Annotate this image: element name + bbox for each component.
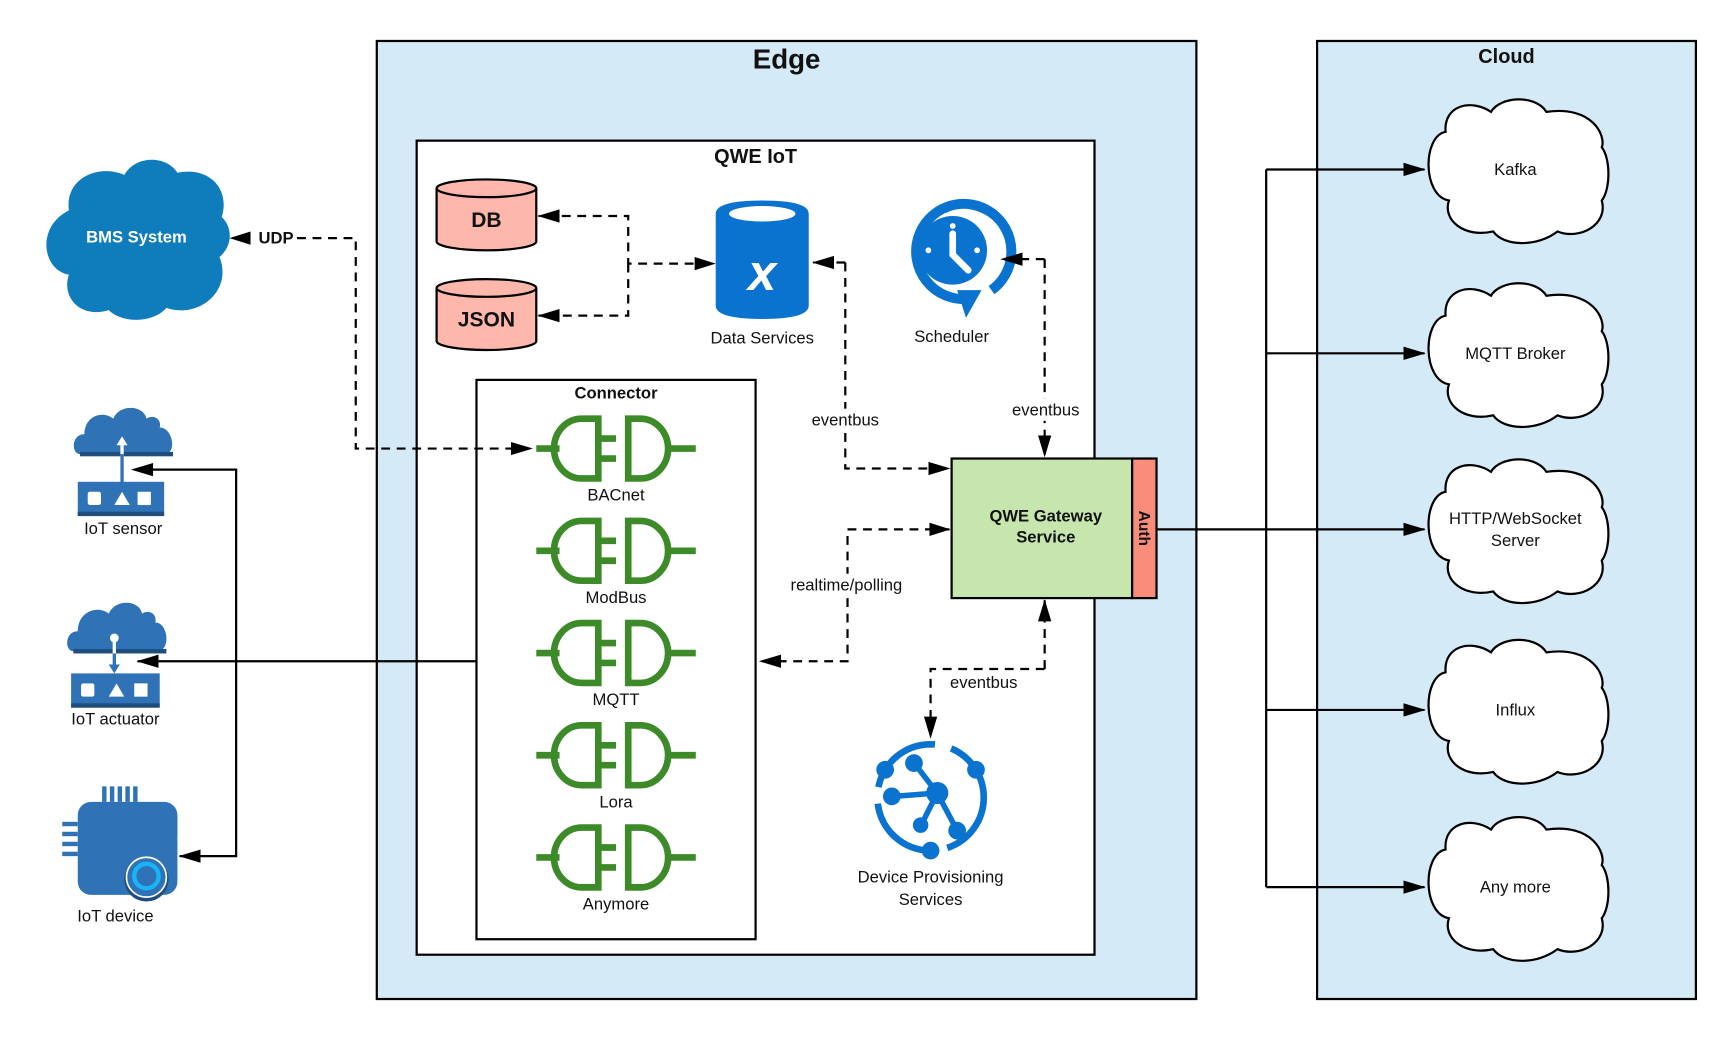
gateway-label-line-2: Service xyxy=(1016,528,1075,547)
iot-actuator-node[interactable]: IoT actuator xyxy=(67,602,167,729)
eventbus-provisioning-label: eventbus xyxy=(950,673,1017,692)
cloud-service-label: Server xyxy=(1491,531,1540,550)
connector-item-label: Anymore xyxy=(583,895,649,914)
sensor-arrowhead xyxy=(130,462,154,477)
realtime-label: realtime/polling xyxy=(791,575,903,594)
device-provisioning-label-1: Device Provisioning xyxy=(858,868,1004,887)
database-function-icon: x xyxy=(715,200,809,319)
bms-label: BMS System xyxy=(86,228,187,247)
udp-label: UDP xyxy=(258,229,293,248)
connector-box: Connector xyxy=(475,378,757,941)
cloud-title: Cloud xyxy=(1478,46,1534,68)
iot-device-node[interactable]: IoT device xyxy=(62,786,178,925)
iot-device-label: IoT device xyxy=(77,906,153,925)
connector-title: Connector xyxy=(574,384,658,403)
iot-chip-icon xyxy=(62,786,178,902)
connector-item-label: ModBus xyxy=(586,588,647,607)
cloud-service-label: Any more xyxy=(1480,878,1551,897)
eventbus-scheduler-label: eventbus xyxy=(1012,400,1079,419)
db-node[interactable]: DB xyxy=(435,178,538,252)
cloud-service-label: HTTP/WebSocket xyxy=(1449,509,1582,528)
iot-sensor-label: IoT sensor xyxy=(84,519,163,538)
auth-label: Auth xyxy=(1135,511,1152,546)
connector-item-label: MQTT xyxy=(593,690,640,709)
svg-text:x: x xyxy=(745,244,779,301)
scheduler-label: Scheduler xyxy=(914,327,989,346)
iot-actuator-icon xyxy=(67,602,167,708)
qwe-iot-title: QWE IoT xyxy=(714,146,797,168)
iot-actuator-label: IoT actuator xyxy=(71,709,160,728)
db-label: DB xyxy=(471,209,501,232)
connector-item-label: BACnet xyxy=(587,486,645,505)
auth-block[interactable]: Auth xyxy=(1131,457,1158,600)
iot-sensor-icon xyxy=(73,407,174,517)
device-provisioning-label-2: Services xyxy=(899,890,963,909)
cloud-service-label: Kafka xyxy=(1494,160,1537,179)
gateway-node[interactable]: QWE Gateway Service xyxy=(950,457,1134,600)
eventbus-data-label: eventbus xyxy=(812,410,879,429)
edge-title: Edge xyxy=(753,44,821,75)
gateway-label-line-1: QWE Gateway xyxy=(989,507,1102,526)
udp-arrowhead-left xyxy=(229,231,251,245)
iot-sensor-node[interactable]: IoT sensor xyxy=(73,407,174,538)
cloud-service-label: MQTT Broker xyxy=(1465,344,1566,363)
bms-system-node[interactable]: BMS System xyxy=(46,159,230,320)
json-node[interactable]: JSON xyxy=(435,277,538,352)
json-label: JSON xyxy=(458,309,515,332)
cloud-service-label: Influx xyxy=(1496,700,1536,719)
data-services-label: Data Services xyxy=(711,328,814,347)
connector-item-label: Lora xyxy=(599,792,633,811)
architecture-diagram: Edge Cloud QWE IoT DB JSON x Data Servic… xyxy=(46,39,1698,1001)
